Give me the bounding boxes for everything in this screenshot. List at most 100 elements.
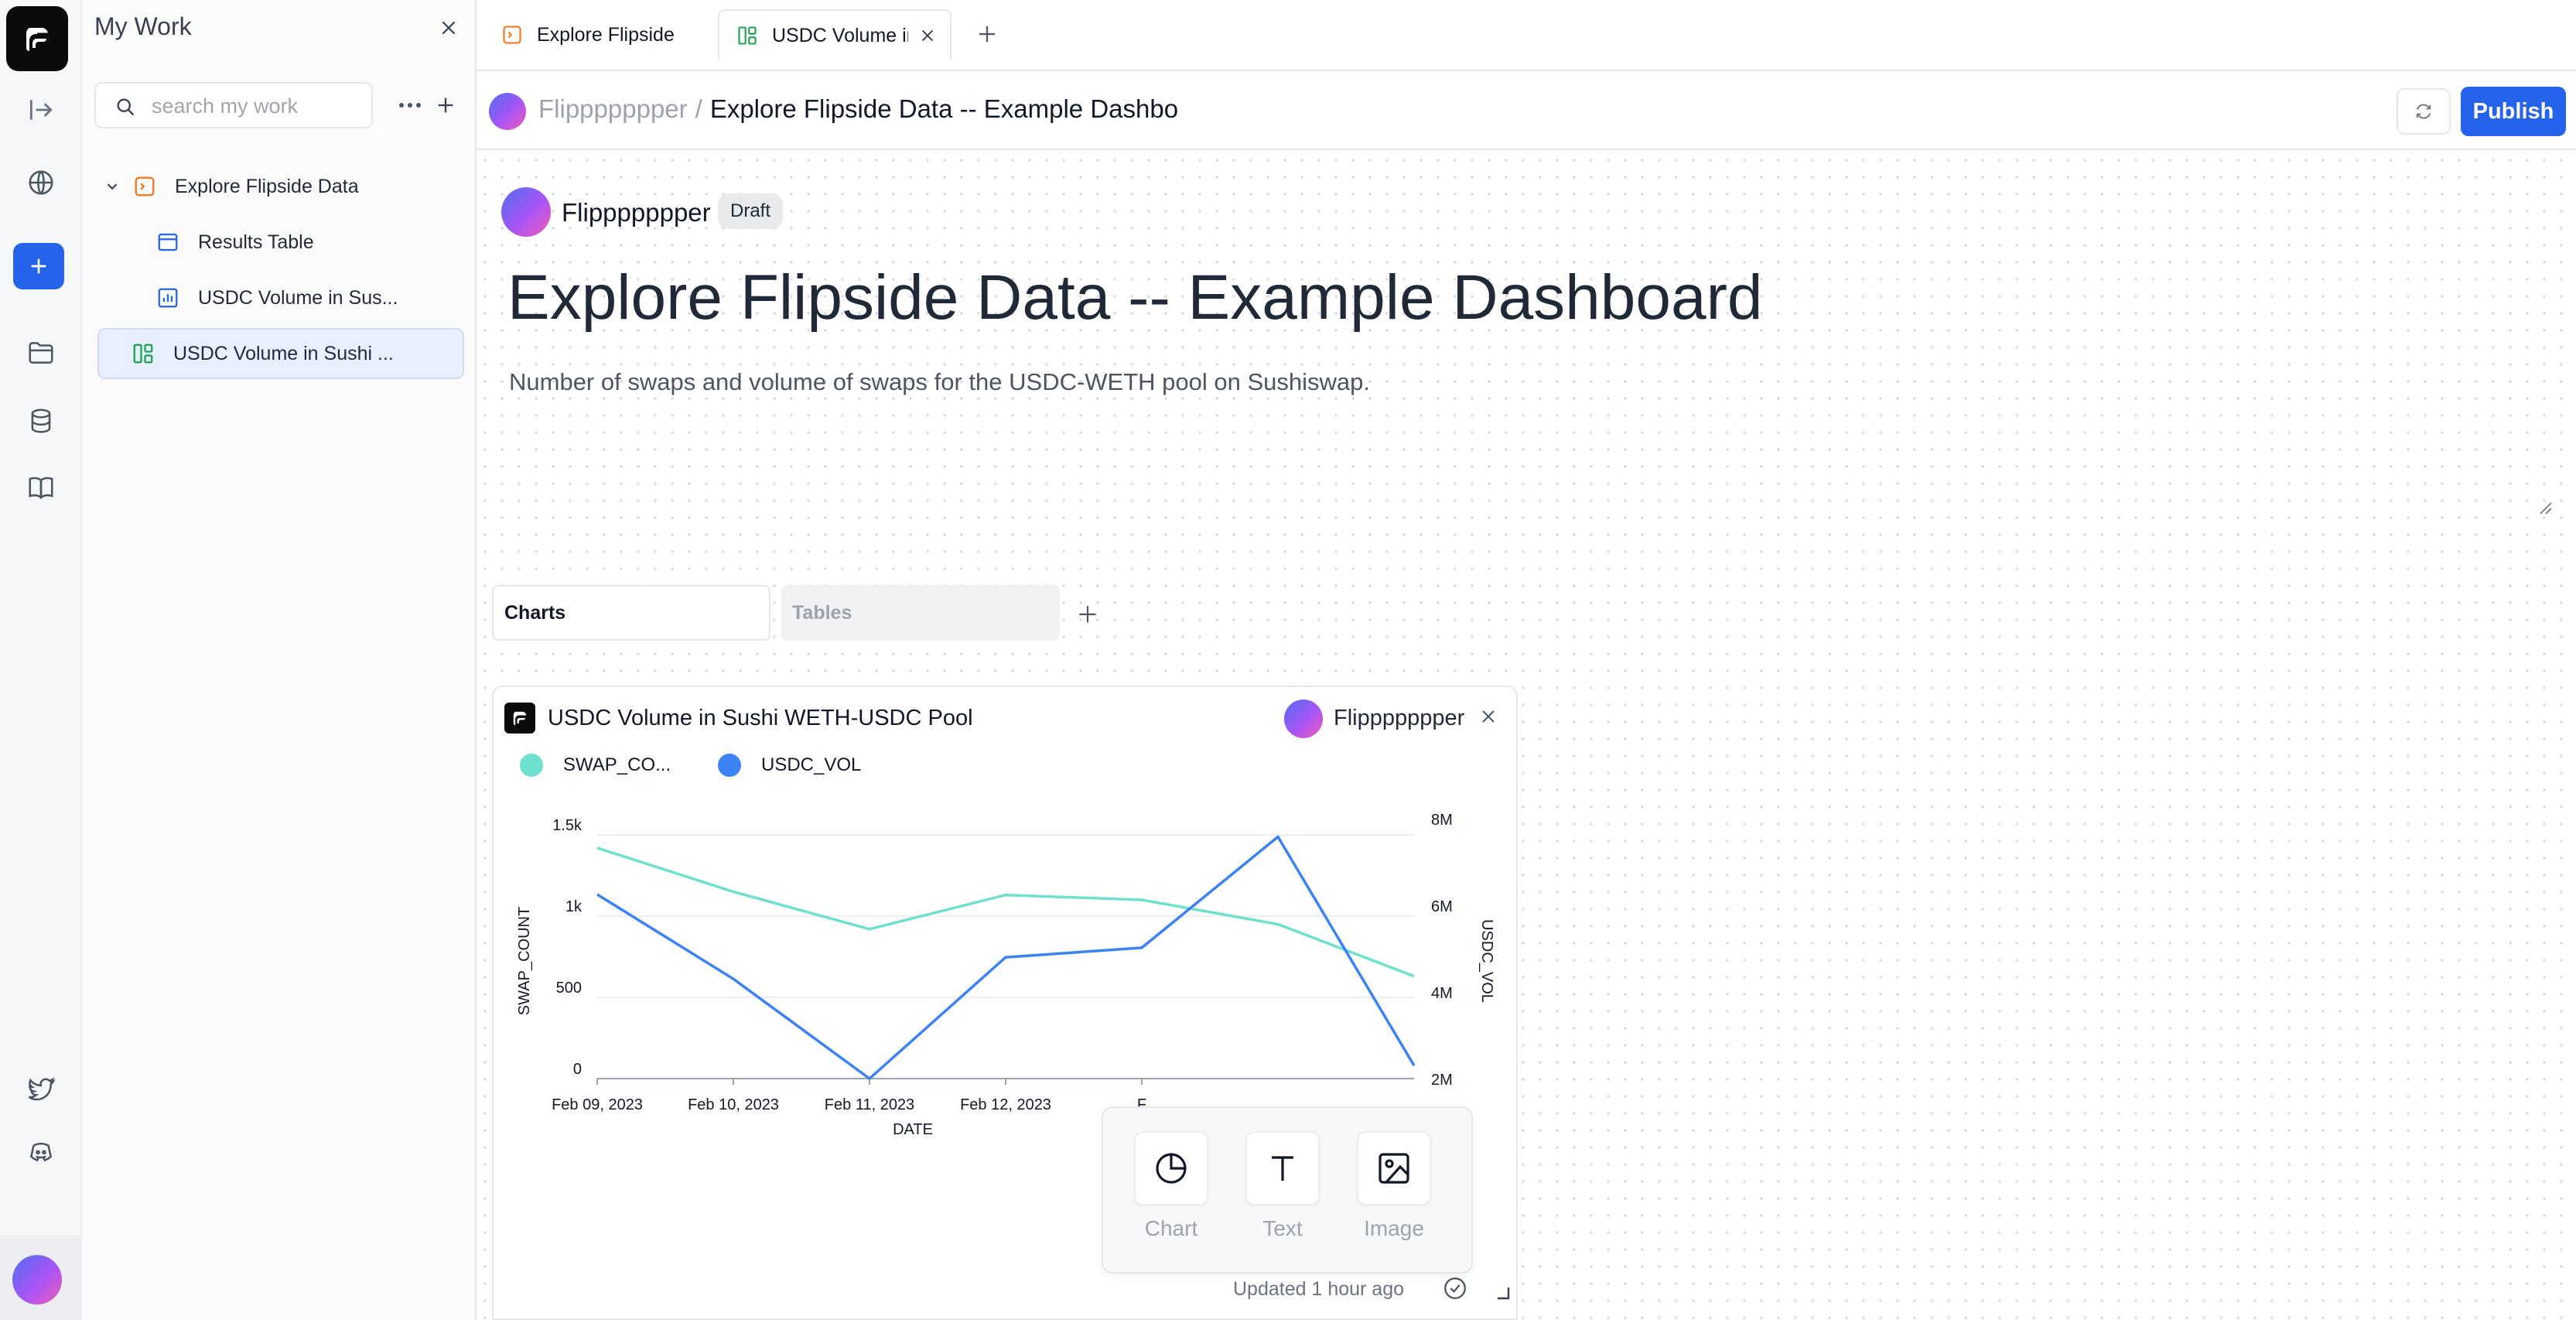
search-box (94, 82, 373, 128)
legend-item-swap-count[interactable]: SWAP_CO... (520, 754, 671, 777)
tab-usdc-volume[interactable]: USDC Volume in (718, 9, 951, 60)
dashboard-icon (738, 26, 757, 45)
tree-item-label: USDC Volume in Sus... (198, 286, 398, 309)
series-line-usdc-vol (596, 835, 1416, 1080)
add-tab-icon[interactable] (1072, 599, 1103, 630)
page-description[interactable]: Number of swaps and volume of swaps for … (509, 368, 1370, 396)
updated-timestamp: Updated 1 hour ago (1233, 1278, 1405, 1300)
tab-label: Explore Flipside (537, 23, 675, 46)
breadcrumb-separator: / (695, 94, 702, 123)
author-avatar (501, 187, 551, 237)
dashboard-canvas: Flippppppper Draft Explore Flipside Data… (477, 152, 2576, 1320)
option-label: Text (1262, 1216, 1303, 1240)
avatar (489, 93, 526, 130)
flipside-logo-icon[interactable] (6, 6, 68, 71)
x-tick-label: Feb 10, 2023 (688, 1096, 779, 1113)
y-left-tick-label: 500 (556, 980, 582, 997)
legend-item-usdc-vol[interactable]: USDC_VOL (718, 754, 861, 777)
tab-explore-flipside[interactable]: Explore Flipside (484, 9, 716, 60)
text-icon (1272, 1156, 1293, 1181)
flipside-logo-icon (504, 703, 535, 734)
legend-label: USDC_VOL (761, 754, 862, 775)
y-left-tick-label: 1k (565, 898, 583, 915)
query-icon (135, 176, 155, 197)
y-left-axis-title: SWAP_COUNT (516, 907, 533, 1015)
tab-tables[interactable]: Tables (781, 585, 1060, 641)
tree-item-folder[interactable]: Explore Flipside Data (104, 161, 359, 212)
add-image-option[interactable]: Image (1355, 1131, 1433, 1241)
avatar[interactable] (12, 1255, 62, 1305)
avatar (1284, 699, 1323, 738)
y-right-tick-label: 6M (1431, 898, 1453, 915)
chevron-down-icon (107, 183, 118, 190)
y-right-axis-title: USDC_VOL (1478, 919, 1495, 1003)
close-icon[interactable] (433, 12, 464, 43)
icon-rail (0, 0, 82, 1320)
y-left-tick-label: 1.5k (552, 817, 583, 834)
x-axis-title: DATE (893, 1121, 933, 1138)
tree-item-dashboard[interactable]: USDC Volume in Sushi ... (97, 328, 464, 379)
breadcrumb-owner[interactable]: Flippppppper (538, 94, 688, 123)
refresh-icon (2416, 104, 2431, 119)
image-icon (1379, 1153, 1409, 1184)
search-icon (117, 98, 135, 116)
more-options-icon[interactable] (396, 91, 424, 119)
tree-item-label: Explore Flipside Data (175, 175, 359, 197)
tree-item-label: Results Table (198, 231, 314, 253)
tab-charts[interactable]: Charts (492, 585, 770, 641)
option-label: Image (1364, 1216, 1424, 1240)
resize-handle-icon[interactable] (2537, 500, 2553, 515)
globe-icon[interactable] (13, 155, 69, 210)
resize-corner-icon[interactable] (1496, 1286, 1510, 1300)
twitter-icon[interactable] (13, 1062, 69, 1117)
my-work-panel: My Work Explore Flipside Data Results Ta… (82, 0, 477, 1320)
chart-icon (158, 288, 178, 308)
check-circle-icon (1444, 1277, 1466, 1299)
y-right-tick-label: 4M (1431, 985, 1453, 1002)
breadcrumb: Flippppppper / Explore Flipside Data -- Ex… (538, 94, 1660, 124)
breadcrumb-title: Explore Flipside Data -- Example Dashbo (709, 94, 1179, 123)
x-tick-label: Feb 12, 2023 (960, 1096, 1051, 1113)
discord-icon[interactable] (13, 1125, 69, 1181)
new-tab-icon[interactable] (972, 19, 1003, 50)
legend-swatch (718, 754, 741, 777)
folder-icon[interactable] (13, 325, 69, 381)
close-icon[interactable] (1474, 703, 1502, 730)
card-owner: Flippppppper (1334, 706, 1465, 730)
table-icon (158, 233, 178, 251)
y-right-tick-label: 8M (1431, 812, 1453, 829)
query-icon (503, 26, 521, 44)
x-tick-label: Feb 09, 2023 (552, 1096, 643, 1113)
close-tab-icon[interactable] (919, 27, 936, 44)
option-label: Chart (1144, 1216, 1198, 1240)
book-icon[interactable] (13, 460, 69, 515)
dashboard-icon (133, 344, 153, 364)
add-icon[interactable] (432, 91, 460, 119)
new-item-button[interactable] (13, 243, 64, 289)
tab-label: USDC Volume in (772, 24, 908, 46)
expand-sidebar-icon[interactable] (13, 82, 69, 138)
publish-button[interactable]: Publish (2461, 87, 2566, 136)
panel-title: My Work (94, 12, 192, 40)
database-icon[interactable] (13, 393, 69, 449)
legend-label: SWAP_CO... (563, 754, 671, 775)
breadcrumb-bar: Flippppppper / Explore Flipside Data -- Ex… (477, 73, 2576, 150)
y-left-tick-label: 0 (573, 1061, 582, 1078)
add-text-option[interactable]: Text (1244, 1131, 1321, 1241)
tree-item-chart[interactable]: USDC Volume in Sus... (156, 272, 398, 323)
refresh-button[interactable] (2397, 88, 2451, 135)
add-chart-option[interactable]: Chart (1133, 1131, 1210, 1241)
search-input[interactable] (152, 93, 360, 119)
author-name: Flippppppper (562, 198, 711, 227)
x-tick-label: Feb 11, 2023 (825, 1096, 914, 1113)
card-title: USDC Volume in Sushi WETH-USDC Pool (548, 706, 973, 730)
y-right-tick-label: 2M (1431, 1072, 1453, 1089)
tree-item-label: USDC Volume in Sushi ... (173, 342, 394, 364)
page-title[interactable]: Explore Flipside Data -- Example Dashboa… (507, 262, 1763, 334)
pie-chart-icon (1156, 1153, 1187, 1184)
legend-swatch (520, 754, 543, 777)
tab-bar: Explore Flipside USDC Volume in (477, 0, 2576, 71)
tree-item-results-table[interactable]: Results Table (156, 217, 314, 268)
add-block-popover: Chart Text Image (1102, 1106, 1473, 1274)
status-badge: Draft (718, 193, 784, 229)
